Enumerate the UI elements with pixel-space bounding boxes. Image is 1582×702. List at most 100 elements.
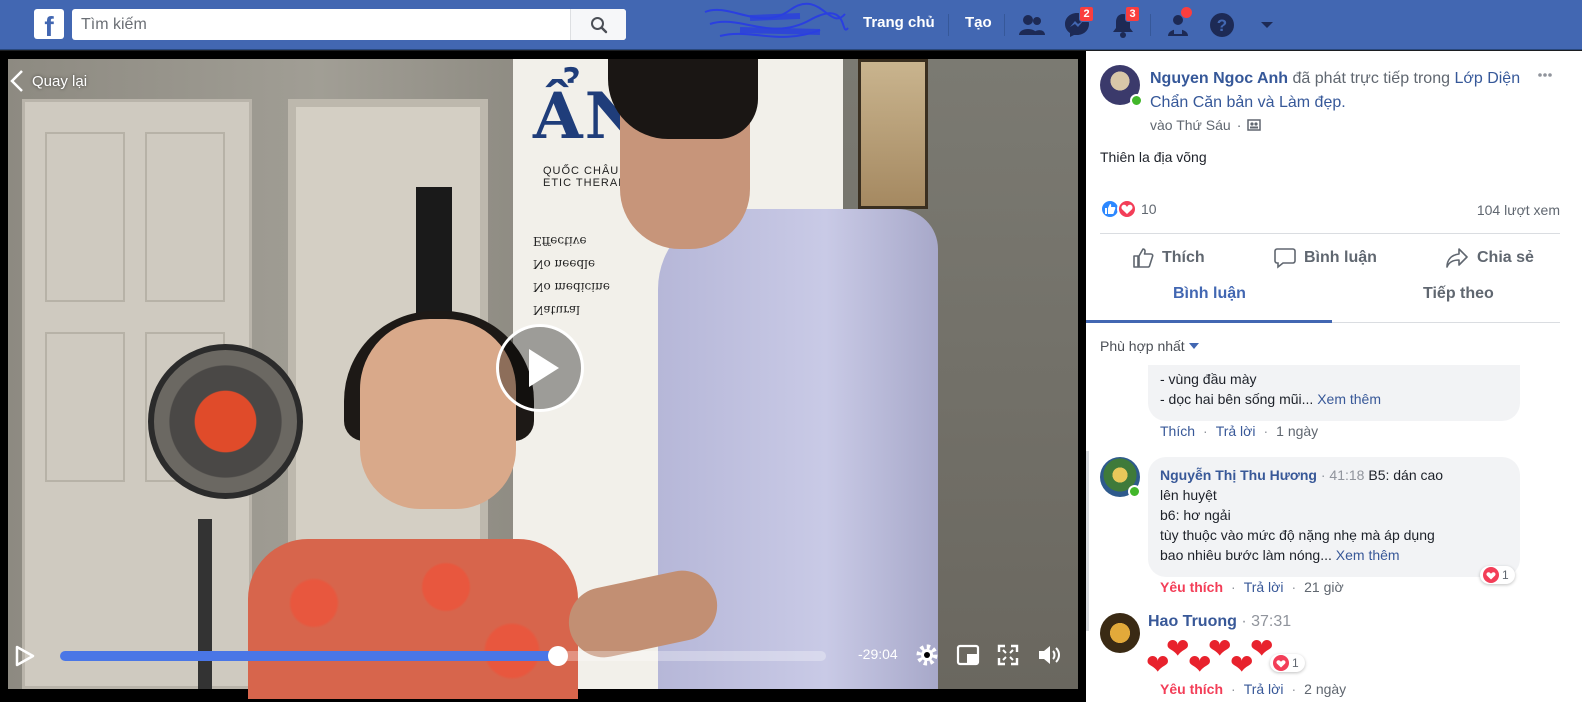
account-menu-chevron-icon[interactable] [1252, 10, 1282, 40]
svg-text:?: ? [1217, 16, 1227, 35]
video-timestamp-link[interactable]: 37:31 [1251, 613, 1291, 630]
messenger-icon[interactable]: 2 [1062, 6, 1094, 40]
thread-rule [1086, 451, 1089, 631]
video-player[interactable]: ẨN QUỐC CHÂU ETIC THERAPY Natural No medi… [0, 51, 1086, 702]
heart-emoji: ❤ [1146, 648, 1170, 681]
post-date-link[interactable]: vào Thứ Sáu [1150, 117, 1231, 133]
nav-separator [1004, 14, 1005, 36]
play-overlay-button[interactable] [496, 324, 584, 412]
comment-line: B5: dán cao [1368, 467, 1444, 483]
messenger-badge: 2 [1079, 6, 1094, 22]
heart-emoji: ❤ [1188, 648, 1212, 681]
search-box [72, 9, 626, 40]
view-count: 104 lượt xem [1476, 202, 1560, 218]
thumbs-up-icon [1133, 248, 1154, 268]
comment-bubble: Nguyễn Thị Thu Hương · 41:18 B5: dán cao… [1148, 457, 1520, 577]
back-button[interactable]: Quay lại [10, 69, 87, 93]
home-link[interactable]: Trang chủ [863, 14, 935, 31]
divider [1100, 233, 1560, 234]
post-side-panel: Nguyen Ngoc Anh đã phát trực tiếp trong … [1086, 51, 1560, 702]
volume-icon[interactable] [1036, 642, 1062, 668]
share-button[interactable]: Chia sẻ [1445, 247, 1534, 269]
post-text: Thiên la địa võng [1100, 149, 1207, 165]
tab-up-next[interactable]: Tiếp theo [1423, 285, 1494, 303]
search-icon [590, 16, 607, 33]
online-status-dot [1128, 485, 1141, 498]
time-remaining: -29:04 [858, 646, 898, 662]
quick-help-people-icon[interactable] [1163, 6, 1193, 40]
friend-requests-icon[interactable] [1017, 10, 1047, 40]
see-more-link[interactable]: Xem thêm [1317, 391, 1381, 407]
create-link[interactable]: Tạo [965, 14, 992, 31]
active-tab-indicator [1086, 320, 1332, 323]
comment-actions: Yêu thích · Trả lời · 2 ngày [1160, 681, 1347, 697]
comment-line: bao nhiêu bước làm nóng... [1160, 547, 1332, 563]
chevron-left-icon [10, 70, 23, 92]
comment-author-link[interactable]: Nguyễn Thị Thu Hương [1160, 467, 1317, 483]
comment-bubble: - vùng đầu mày - dọc hai bên sống mũi...… [1148, 365, 1520, 421]
comment-header: Hao Truong · 37:31 [1148, 613, 1292, 630]
fullscreen-icon[interactable] [995, 642, 1021, 668]
comment-bubble-icon [1274, 248, 1296, 269]
comment-actions: Yêu thích · Trả lời · 21 giờ [1160, 579, 1344, 595]
commenter-avatar[interactable] [1100, 613, 1140, 653]
comment-reply-link[interactable]: Trả lời [1216, 423, 1256, 439]
comment-line: b6: hơ ngải [1160, 507, 1231, 523]
search-button[interactable] [570, 9, 626, 40]
comment-line: lên huyệt [1160, 487, 1217, 503]
top-navigation-bar: f Trang chủ Tạo 2 3 ? [0, 0, 1582, 50]
play-icon [529, 349, 559, 387]
page-scrollbar[interactable] [1560, 51, 1582, 702]
comment-like-link[interactable]: Thích [1160, 423, 1195, 439]
back-label: Quay lại [32, 72, 88, 90]
progress-scrubber[interactable] [547, 646, 568, 666]
online-status-dot [1130, 94, 1143, 107]
progress-fill [60, 651, 558, 661]
love-reaction-icon [1273, 655, 1289, 671]
comment-author-link[interactable]: Hao Truong [1148, 613, 1237, 630]
search-input[interactable] [72, 9, 569, 40]
settings-gear-icon[interactable] [914, 642, 940, 668]
comment-time: 21 giờ [1304, 579, 1344, 595]
comment-reply-link[interactable]: Trả lời [1244, 579, 1284, 595]
comment-sort-dropdown[interactable]: Phù hợp nhất [1100, 338, 1199, 354]
video-timestamp-link[interactable]: 41:18 [1329, 467, 1364, 483]
post-options-dots-icon[interactable] [1538, 73, 1552, 77]
notifications-icon[interactable]: 3 [1108, 6, 1140, 40]
post-author-link[interactable]: Nguyen Ngoc Anh [1150, 70, 1288, 87]
like-button[interactable]: Thích [1132, 247, 1205, 269]
banner-list: Natural No medicine No needle Effective [533, 234, 610, 317]
caret-down-icon [1188, 343, 1199, 349]
nav-separator [1150, 14, 1151, 36]
facebook-logo-icon[interactable]: f [34, 9, 64, 39]
comment-love-link[interactable]: Yêu thích [1160, 579, 1223, 595]
comment-button[interactable]: Bình luận [1274, 247, 1377, 269]
comment-reply-link[interactable]: Trả lời [1244, 681, 1284, 697]
comment-actions: Thích · Trả lời · 1 ngày [1160, 423, 1319, 439]
share-label: Chia sẻ [1477, 249, 1534, 266]
share-arrow-icon [1446, 248, 1468, 268]
see-more-link[interactable]: Xem thêm [1336, 547, 1400, 563]
love-reaction-icon [1117, 199, 1137, 219]
group-privacy-icon [1247, 119, 1262, 131]
tab-comments[interactable]: Bình luận [1173, 285, 1246, 303]
progress-bar[interactable] [60, 646, 826, 666]
comment-reaction-count[interactable]: 1 [1270, 654, 1305, 672]
picture-in-picture-icon[interactable] [955, 642, 981, 668]
comment-reaction-count[interactable]: 1 [1480, 566, 1515, 584]
reaction-summary[interactable]: 10 [1100, 199, 1157, 219]
post-meta: vào Thứ Sáu · [1150, 117, 1262, 133]
nav-separator [948, 14, 949, 36]
heart-emoji: ❤ [1230, 648, 1254, 681]
video-controls: -29:04 [0, 636, 1086, 676]
comment-love-link[interactable]: Yêu thích [1160, 681, 1223, 697]
love-reaction-icon [1483, 567, 1499, 583]
play-button[interactable] [14, 644, 36, 668]
help-icon[interactable]: ? [1207, 10, 1237, 40]
redacted-profile-scribble[interactable] [700, 2, 850, 46]
comment-time: 2 ngày [1304, 681, 1347, 697]
new-indicator-dot [1180, 6, 1193, 19]
scene-wall-photo [858, 59, 928, 209]
comment-label: Bình luận [1304, 249, 1377, 266]
comment-line: - vùng đầu mày [1160, 371, 1257, 387]
